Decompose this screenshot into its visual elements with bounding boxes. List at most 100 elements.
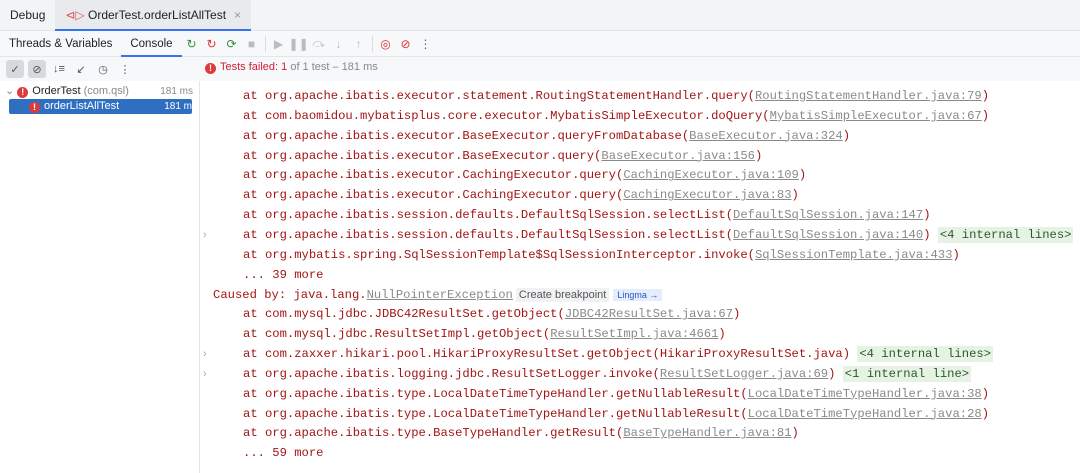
frame-suffix: )	[791, 188, 799, 203]
node-label: orderListAllTest	[44, 100, 120, 112]
collapse-icon[interactable]: ↙	[72, 60, 90, 78]
frame-suffix: )	[923, 208, 931, 223]
more-icon[interactable]: ⋮	[116, 60, 134, 78]
tab-debug[interactable]: Debug	[0, 0, 55, 31]
frame-suffix: )	[981, 89, 990, 103]
step-into-icon[interactable]: ↓	[329, 37, 349, 51]
frame-text: at com.zaxxer.hikari.pool.HikariProxyRes…	[243, 347, 858, 362]
frame-text: at com.mysql.jdbc.JDBC42ResultSet.getObj…	[243, 307, 565, 322]
test-toolbar: ✓ ⊘ ↓≡ ↙ ◷ ⋮	[0, 57, 1080, 81]
frame-text: at org.apache.ibatis.type.LocalDateTimeT…	[243, 406, 748, 421]
frame-suffix: )	[981, 386, 990, 401]
frame-text: ... 59 more	[243, 446, 324, 461]
frame-text: ... 39 more	[243, 267, 324, 282]
source-link[interactable]: CachingExecutor.java:109	[623, 168, 799, 182]
chevron-right-icon[interactable]: ›	[203, 344, 207, 364]
source-link[interactable]: DefaultSqlSession.java:147	[733, 208, 923, 222]
sort-icon[interactable]: ↓≡	[50, 60, 68, 78]
source-link[interactable]: LocalDateTimeTypeHandler.java:38	[748, 387, 982, 401]
tab-console[interactable]: Console	[121, 31, 182, 57]
view-breakpoints-icon[interactable]: ◎	[376, 37, 396, 51]
source-link[interactable]: BaseExecutor.java:156	[601, 149, 755, 163]
status-label: Tests failed:	[220, 61, 282, 73]
error-icon: !	[205, 63, 216, 74]
source-link[interactable]: BaseTypeHandler.java:81	[623, 426, 791, 440]
node-time: 181 ms	[160, 86, 193, 97]
frame-suffix: )	[718, 327, 726, 342]
frame-text: at com.mysql.jdbc.ResultSetImpl.getObjec…	[243, 327, 551, 342]
rerun-debug-icon[interactable]: ⟳	[222, 37, 242, 51]
source-link[interactable]: ResultSetImpl.java:4661	[550, 327, 718, 341]
error-icon: !	[17, 87, 29, 98]
source-link[interactable]: MybatisSimpleExecutor.java:67	[770, 109, 982, 123]
tree-node-ordertest[interactable]: ⌄ ! OrderTest (com.qsl) 181 ms	[0, 84, 199, 99]
test-status: ! Tests failed: 1 of 1 test – 181 ms	[205, 61, 378, 74]
source-link[interactable]: DefaultSqlSession.java:140	[733, 228, 923, 242]
source-link[interactable]: RoutingStatementHandler.java:79	[755, 89, 982, 103]
frame-text: at org.apache.ibatis.type.BaseTypeHandle…	[243, 426, 624, 441]
frame-suffix: )	[952, 247, 960, 262]
frame-text: at org.apache.ibatis.session.defaults.De…	[243, 208, 734, 223]
frame-suffix: )	[791, 426, 799, 441]
frame-suffix: )	[923, 227, 938, 242]
show-ignored-icon[interactable]: ⊘	[28, 60, 46, 78]
source-link[interactable]: ResultSetLogger.java:69	[660, 367, 828, 381]
frame-suffix: )	[981, 406, 990, 421]
frame-text: at org.apache.ibatis.type.LocalDateTimeT…	[243, 386, 748, 401]
source-link[interactable]: SqlSessionTemplate.java:433	[755, 248, 952, 262]
lingma-button[interactable]: Lingma →	[613, 288, 663, 301]
history-icon[interactable]: ◷	[94, 60, 112, 78]
show-passed-icon[interactable]: ✓	[6, 60, 24, 78]
source-link[interactable]: JDBC42ResultSet.java:67	[565, 307, 733, 321]
frame-text: at org.apache.ibatis.executor.CachingExe…	[243, 188, 624, 203]
internal-lines-badge[interactable]: <4 internal lines>	[857, 346, 994, 363]
console-output[interactable]: at org.apache.ibatis.executor.statement.…	[201, 81, 1080, 473]
rerun-failed-icon[interactable]: ↻	[202, 37, 222, 51]
tool-window-tabs: Debug ⊲▷ OrderTest.orderListAllTest ×	[0, 0, 1080, 31]
tab-threads-variables[interactable]: Threads & Variables	[0, 31, 121, 57]
source-link[interactable]: BaseExecutor.java:324	[689, 129, 843, 143]
source-link[interactable]: NullPointerException	[367, 288, 513, 302]
more-icon[interactable]: ⋮	[416, 37, 436, 51]
step-out-icon[interactable]: ↑	[349, 37, 369, 51]
resume-icon[interactable]: ▶	[269, 37, 289, 51]
source-link[interactable]: CachingExecutor.java:83	[623, 188, 791, 202]
tab-ordertest[interactable]: ⊲▷ OrderTest.orderListAllTest ×	[55, 0, 252, 31]
step-over-icon[interactable]: ⤼	[309, 36, 329, 51]
stop-icon[interactable]: ■	[242, 37, 262, 51]
source-link[interactable]: LocalDateTimeTypeHandler.java:28	[748, 407, 982, 421]
tree-node-orderlistalltest[interactable]: ! orderListAllTest 181 m	[9, 99, 192, 114]
create-breakpoint-button[interactable]: Create breakpoint	[515, 287, 610, 302]
frame-text: at org.mybatis.spring.SqlSessionTemplate…	[243, 247, 755, 262]
frame-text: at org.apache.ibatis.executor.BaseExecut…	[243, 148, 602, 163]
frame-suffix: )	[981, 108, 990, 123]
chevron-right-icon[interactable]: ›	[203, 364, 207, 384]
internal-lines-badge[interactable]: <4 internal lines>	[937, 226, 1074, 243]
divider	[264, 35, 266, 52]
frame-suffix: )	[733, 307, 741, 322]
debug-toolbar: Threads & Variables Console ↻ ↻ ⟳ ■ ▶ ❚❚…	[0, 31, 1080, 57]
frame-text: at org.apache.ibatis.session.defaults.De…	[243, 227, 734, 242]
error-icon: !	[29, 102, 40, 113]
node-label: OrderTest	[32, 85, 81, 97]
frame-suffix: )	[798, 168, 807, 183]
chevron-down-icon[interactable]: ⌄	[5, 85, 17, 97]
pause-icon[interactable]: ❚❚	[289, 37, 309, 51]
frame-text: at org.apache.ibatis.logging.jdbc.Result…	[243, 366, 660, 381]
close-icon[interactable]: ×	[234, 8, 241, 22]
frame-text: at org.apache.ibatis.executor.CachingExe…	[243, 168, 624, 183]
test-tree: ⌄ ! OrderTest (com.qsl) 181 ms ! orderListA…	[0, 81, 200, 473]
mute-breakpoints-icon[interactable]: ⊘	[396, 37, 416, 51]
frame-text: at org.apache.ibatis.executor.statement.…	[243, 89, 755, 103]
rerun-icon[interactable]: ↻	[182, 37, 202, 51]
internal-lines-badge[interactable]: <1 internal line>	[842, 365, 972, 382]
frame-text: at org.apache.ibatis.executor.BaseExecut…	[243, 128, 690, 143]
frame-text: at com.baomidou.mybatisplus.core.executo…	[243, 108, 770, 123]
frame-suffix: )	[828, 366, 843, 381]
tab-label: OrderTest.orderListAllTest	[88, 8, 227, 22]
frame-suffix: )	[754, 148, 763, 163]
node-package: (com.qsl)	[80, 85, 129, 97]
test-icon: ⊲▷	[65, 8, 88, 22]
node-time: 181 m	[164, 101, 192, 112]
chevron-right-icon[interactable]: ›	[203, 225, 207, 245]
